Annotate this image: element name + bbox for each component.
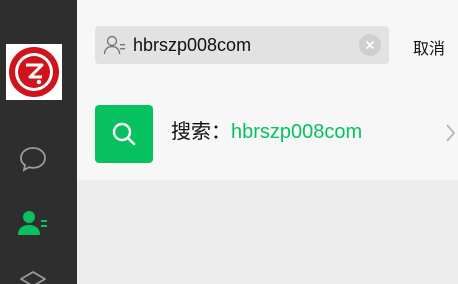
sidebar	[0, 0, 77, 284]
search-input[interactable]: hbrszp008com	[95, 26, 389, 64]
chat-icon[interactable]	[16, 141, 50, 175]
close-icon	[365, 40, 375, 50]
search-result-prefix: 搜索：	[171, 121, 231, 143]
clear-search-button[interactable]	[359, 34, 381, 56]
avatar[interactable]	[6, 44, 62, 100]
contact-search-icon	[103, 35, 125, 55]
favorites-icon[interactable]	[16, 262, 50, 284]
chevron-right-icon	[446, 124, 456, 142]
search-result-text: 搜索：hbrszp008com	[171, 119, 362, 145]
search-result-term: hbrszp008com	[231, 121, 363, 143]
main-panel: hbrszp008com 取消 搜索：hbrszp008com	[77, 0, 458, 284]
search-bar: hbrszp008com 取消	[77, 0, 458, 87]
logo-icon	[9, 47, 59, 97]
search-result-row[interactable]: 搜索：hbrszp008com	[77, 86, 458, 180]
search-input-value[interactable]: hbrszp008com	[133, 34, 251, 56]
contacts-icon[interactable]	[16, 206, 50, 240]
cancel-button[interactable]: 取消	[413, 35, 445, 59]
app-window: hbrszp008com 取消 搜索：hbrszp008com	[0, 0, 458, 284]
search-icon	[95, 105, 153, 163]
